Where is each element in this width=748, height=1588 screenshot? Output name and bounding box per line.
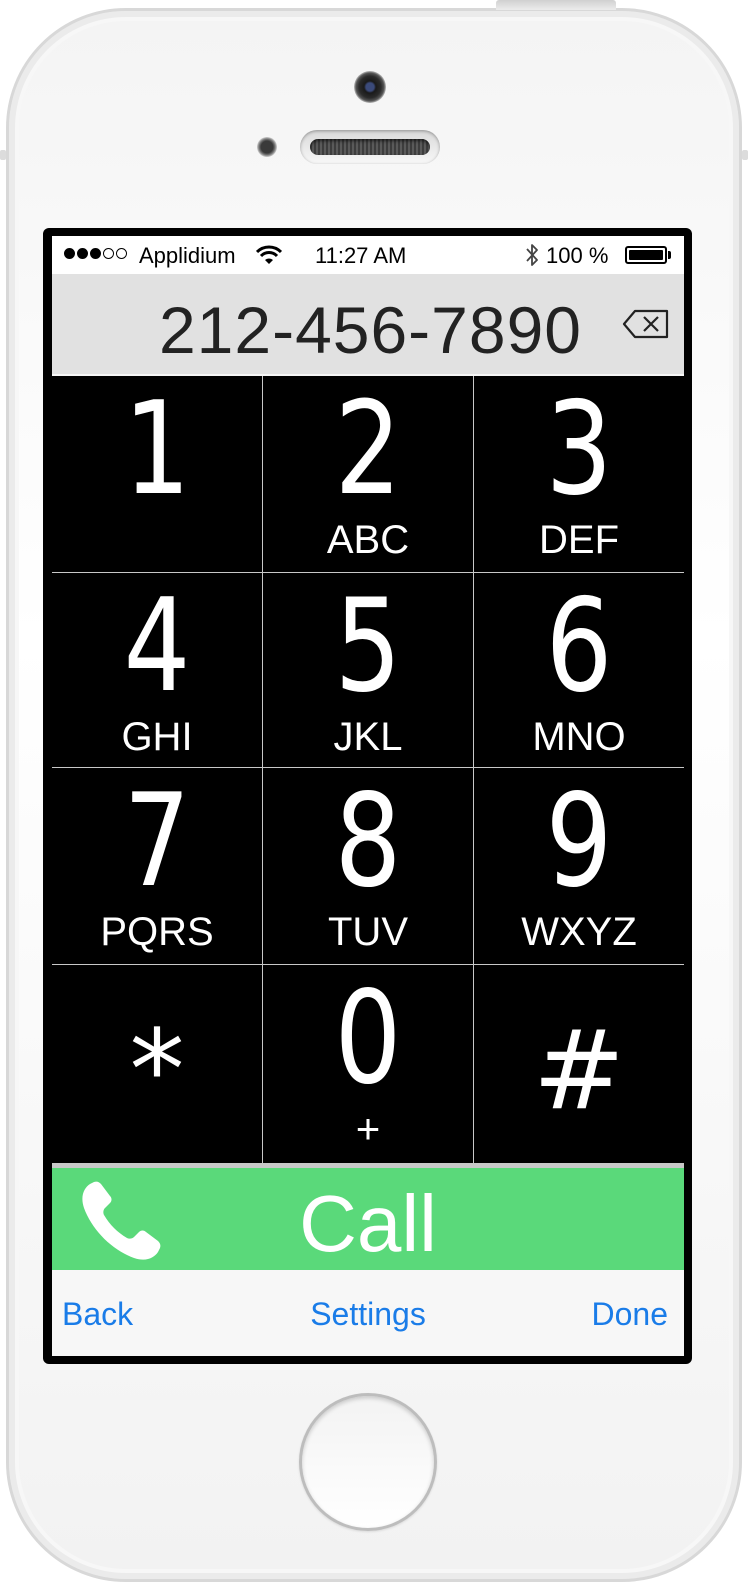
signal-dot <box>103 248 114 259</box>
key-5[interactable]: 5 JKL <box>263 573 473 767</box>
status-bar: Applidium 11:27 AM 100 % <box>52 236 684 274</box>
call-button[interactable]: Call <box>52 1168 684 1270</box>
key-digit: 7 <box>123 767 191 916</box>
key-9[interactable]: 9 WXYZ <box>474 768 684 964</box>
key-8[interactable]: 8 TUV <box>263 768 473 964</box>
key-3[interactable]: 3 DEF <box>474 376 684 572</box>
key-letters: GHI <box>121 715 193 759</box>
key-digit: 5 <box>334 572 402 721</box>
key-digit: 6 <box>545 572 613 721</box>
key-letters: + <box>355 1105 381 1152</box>
key-letters: WXYZ <box>521 910 637 954</box>
done-button[interactable]: Done <box>592 1296 669 1333</box>
key-digit: 4 <box>123 572 191 721</box>
key-letters: DEF <box>539 518 619 562</box>
key-1[interactable]: 1 <box>52 376 262 572</box>
key-letters: TUV <box>328 910 408 954</box>
battery-level <box>629 250 663 260</box>
battery-percentage: 100 % <box>546 243 609 268</box>
clock: 11:27 AM <box>315 243 407 268</box>
key-digit: 2 <box>334 375 402 524</box>
key-digit: 3 <box>545 375 613 524</box>
proximity-sensor <box>257 137 277 157</box>
battery-icon <box>625 246 667 264</box>
call-label: Call <box>299 1179 437 1268</box>
key-letters: MNO <box>532 715 626 759</box>
wifi-icon <box>256 245 282 264</box>
key-digit: 9 <box>545 767 613 916</box>
mute-switch <box>0 150 6 160</box>
key-letters: ABC <box>326 518 410 562</box>
signal-dot <box>77 248 88 259</box>
key-digit: # <box>532 1006 626 1134</box>
key-4[interactable]: 4 GHI <box>52 573 262 767</box>
key-6[interactable]: 6 MNO <box>474 573 684 767</box>
key-0[interactable]: 0 + <box>263 965 473 1163</box>
home-button[interactable] <box>299 1393 437 1531</box>
dialed-number: 212-456-7890 <box>158 293 582 367</box>
key-hash[interactable]: # <box>474 965 684 1163</box>
key-digit: * <box>129 1006 185 1134</box>
key-7[interactable]: 7 PQRS <box>52 768 262 964</box>
carrier-name: Applidium <box>139 243 236 268</box>
key-digit: 0 <box>334 964 402 1113</box>
power-button <box>496 0 616 10</box>
signal-dot <box>116 248 127 259</box>
battery-nub <box>668 251 671 259</box>
bottom-toolbar: Back Settings Done <box>52 1270 684 1356</box>
key-digit: 1 <box>123 375 191 524</box>
bluetooth-icon <box>526 244 538 266</box>
key-letters: JKL <box>333 715 403 759</box>
signal-dot <box>64 248 75 259</box>
signal-dot <box>90 248 101 259</box>
screen: Applidium 11:27 AM 100 % 212-456-7890 1 … <box>52 236 684 1356</box>
side-edge <box>742 150 748 160</box>
key-2[interactable]: 2 ABC <box>263 376 473 572</box>
backspace-icon[interactable] <box>622 308 670 340</box>
key-letters: PQRS <box>100 910 214 954</box>
number-display: 212-456-7890 <box>52 274 684 374</box>
keypad: 1 2 ABC 3 DEF 4 GHI 5 JKL 6 MNO 7 PQRS 8 <box>52 376 684 1168</box>
earpiece-speaker <box>300 130 440 164</box>
signal-strength-icon <box>64 248 127 259</box>
key-digit: 8 <box>334 767 402 916</box>
key-star[interactable]: * <box>52 965 262 1163</box>
front-camera <box>354 71 386 103</box>
settings-button[interactable]: Settings <box>52 1296 684 1333</box>
